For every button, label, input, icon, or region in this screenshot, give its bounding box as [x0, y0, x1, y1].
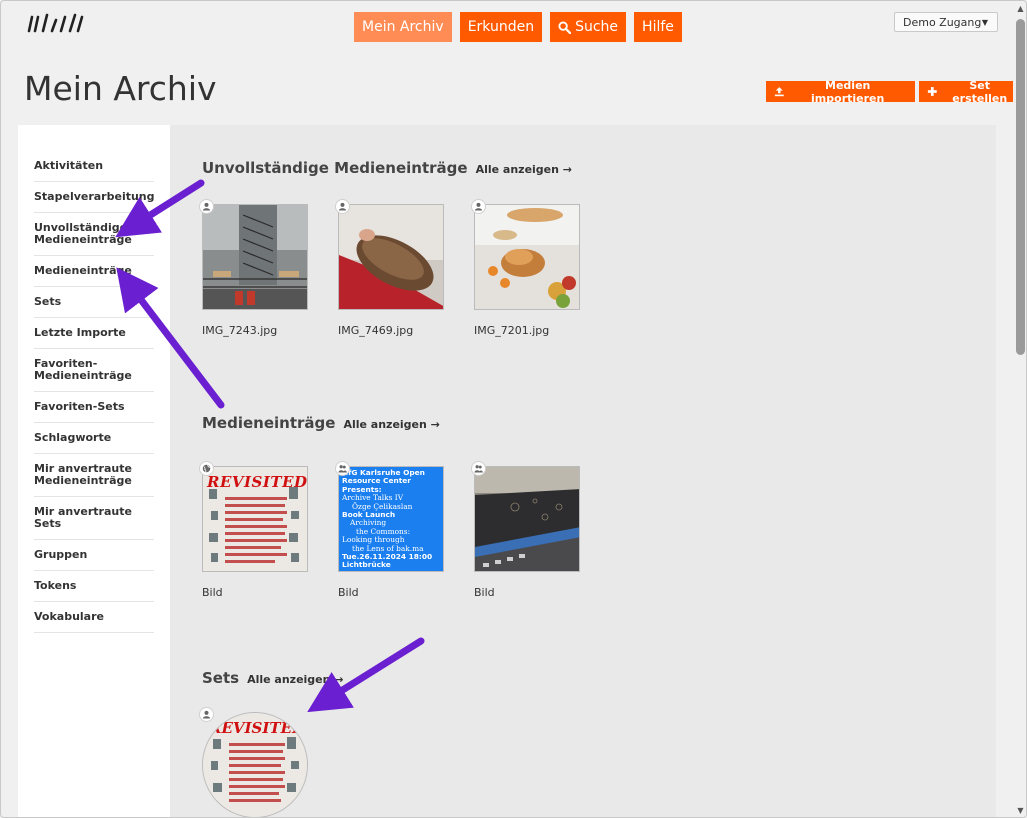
section-incomplete: Unvollständige Medieneinträge Alle anzei…	[199, 159, 580, 337]
account-dropdown[interactable]: Demo Zugang ▼	[894, 12, 998, 32]
section-title: Unvollständige Medieneinträge	[202, 159, 468, 177]
user-icon	[335, 199, 350, 214]
set-tile[interactable]: REVISITED	[199, 707, 308, 817]
sidebar-item-favoriten-medieneintraege[interactable]: Favoriten-Medieneinträge	[34, 349, 154, 392]
thumb-list: IMG_7243.jpg IMG_7469.jpg IMG_7201.jpg	[199, 199, 580, 337]
app-window: Mein Archiv Erkunden Suche Hilfe Demo Zu…	[0, 0, 1027, 818]
media-caption: Bild	[338, 586, 359, 599]
nav-erkunden[interactable]: Erkunden	[459, 12, 543, 42]
media-thumbnail[interactable]	[338, 204, 444, 310]
media-tile[interactable]: IMG_7469.jpg	[335, 199, 444, 337]
scroll-down-icon[interactable]: ▼	[1016, 807, 1025, 815]
media-thumbnail[interactable]	[474, 204, 580, 310]
upload-icon	[774, 87, 784, 97]
user-icon	[199, 199, 214, 214]
media-caption: Bild	[474, 586, 495, 599]
section-media: Medieneinträge Alle anzeigen → REVISITED…	[199, 414, 580, 599]
sidebar-item-tokens[interactable]: Tokens	[34, 571, 154, 602]
nav-label: Suche	[575, 19, 619, 35]
thumb-list: REVISITED Bild HfG Karlsruhe Open Resour…	[199, 461, 580, 599]
media-tile[interactable]: REVISITED Bild	[199, 461, 308, 599]
account-label: Demo Zugang	[903, 15, 982, 29]
create-set-button[interactable]: Set erstellen	[918, 78, 1026, 105]
scroll-up-icon[interactable]: ▲	[1016, 5, 1025, 13]
sidebar-item-stapelverarbeitung[interactable]: Stapelverarbeitung	[34, 182, 155, 213]
nav-label: Erkunden	[467, 19, 535, 35]
nav-suche[interactable]: Suche	[550, 12, 627, 42]
media-caption: Bild	[202, 586, 223, 599]
poster-text: HfG Karlsruhe Open Resource Center Prese…	[342, 469, 443, 570]
main-nav: Mein Archiv Erkunden Suche Hilfe	[354, 12, 682, 42]
media-caption: IMG_7201.jpg	[474, 324, 550, 337]
set-thumbnail[interactable]: REVISITED	[202, 712, 308, 817]
create-set-label: Set erstellen	[952, 78, 1008, 105]
media-tile[interactable]: IMG_7201.jpg	[471, 199, 580, 337]
media-tile[interactable]: IMG_7243.jpg	[199, 199, 308, 337]
sidebar: Aktivitäten Stapelverarbeitung Unvollstä…	[18, 125, 170, 817]
nav-mein-archiv[interactable]: Mein Archiv	[354, 12, 452, 42]
plus-icon	[927, 87, 937, 96]
sidebar-item-vokabulare[interactable]: Vokabulare	[34, 602, 154, 633]
media-tile[interactable]: HfG Karlsruhe Open Resource Center Prese…	[335, 461, 444, 599]
madek-logo[interactable]	[26, 12, 84, 34]
group-icon	[471, 461, 486, 476]
nav-label: Mein Archiv	[362, 19, 444, 35]
sidebar-item-aktivitaeten[interactable]: Aktivitäten	[34, 151, 154, 182]
media-thumbnail[interactable]	[202, 204, 308, 310]
user-icon	[471, 199, 486, 214]
media-caption: IMG_7469.jpg	[338, 324, 414, 337]
show-all-link[interactable]: Alle anzeigen →	[476, 163, 572, 176]
sidebar-item-favoriten-sets[interactable]: Favoriten-Sets	[34, 392, 154, 423]
show-all-link[interactable]: Alle anzeigen →	[343, 418, 439, 431]
sidebar-item-medieneintraege[interactable]: Medieneinträge	[34, 256, 154, 287]
nav-label: Hilfe	[642, 19, 674, 35]
media-thumbnail[interactable]: HfG Karlsruhe Open Resource Center Prese…	[338, 466, 444, 572]
nav-hilfe[interactable]: Hilfe	[634, 12, 682, 42]
section-sets: Sets Alle anzeigen → REVISITED	[199, 669, 344, 817]
media-thumbnail[interactable]: REVISITED	[202, 466, 308, 572]
page-actions: Medien importieren Set erstellen	[766, 78, 1026, 105]
media-tile[interactable]: Bild	[471, 461, 580, 599]
main-content: Unvollständige Medieneinträge Alle anzei…	[170, 125, 996, 817]
group-icon	[335, 461, 350, 476]
search-icon	[558, 20, 572, 34]
sidebar-item-anvertraute-sets[interactable]: Mir anvertraute Sets	[34, 497, 154, 540]
thumb-list: REVISITED	[199, 707, 344, 817]
overlay-text: REVISITED	[209, 719, 306, 737]
sidebar-item-gruppen[interactable]: Gruppen	[34, 540, 154, 571]
scrollbar[interactable]: ▲ ▼	[1013, 1, 1026, 817]
page-title: Mein Archiv	[24, 69, 217, 108]
import-media-label: Medien importieren	[811, 78, 885, 105]
media-caption: IMG_7243.jpg	[202, 324, 278, 337]
import-media-button[interactable]: Medien importieren	[766, 78, 915, 105]
sidebar-item-anvertraute-medieneintraege[interactable]: Mir anvertraute Medieneinträge	[34, 454, 154, 497]
sidebar-item-schlagworte[interactable]: Schlagworte	[34, 423, 154, 454]
show-all-link[interactable]: Alle anzeigen →	[247, 673, 343, 686]
sidebar-item-sets[interactable]: Sets	[34, 287, 154, 318]
sidebar-item-letzte-importe[interactable]: Letzte Importe	[34, 318, 154, 349]
sidebar-list: Aktivitäten Stapelverarbeitung Unvollstä…	[18, 125, 170, 633]
sidebar-item-unvollstaendige-medieneintraege[interactable]: Unvollständige Medieneinträge	[34, 213, 154, 256]
section-title: Medieneinträge	[202, 414, 336, 432]
section-title: Sets	[202, 669, 240, 687]
scroll-thumb[interactable]	[1016, 19, 1025, 355]
chevron-down-icon: ▼	[981, 17, 988, 27]
media-thumbnail[interactable]	[474, 466, 580, 572]
poster-line: Lichtbrücke	[342, 560, 391, 570]
globe-icon	[199, 461, 214, 476]
overlay-text: REVISITED	[207, 473, 308, 491]
user-icon	[199, 707, 214, 722]
